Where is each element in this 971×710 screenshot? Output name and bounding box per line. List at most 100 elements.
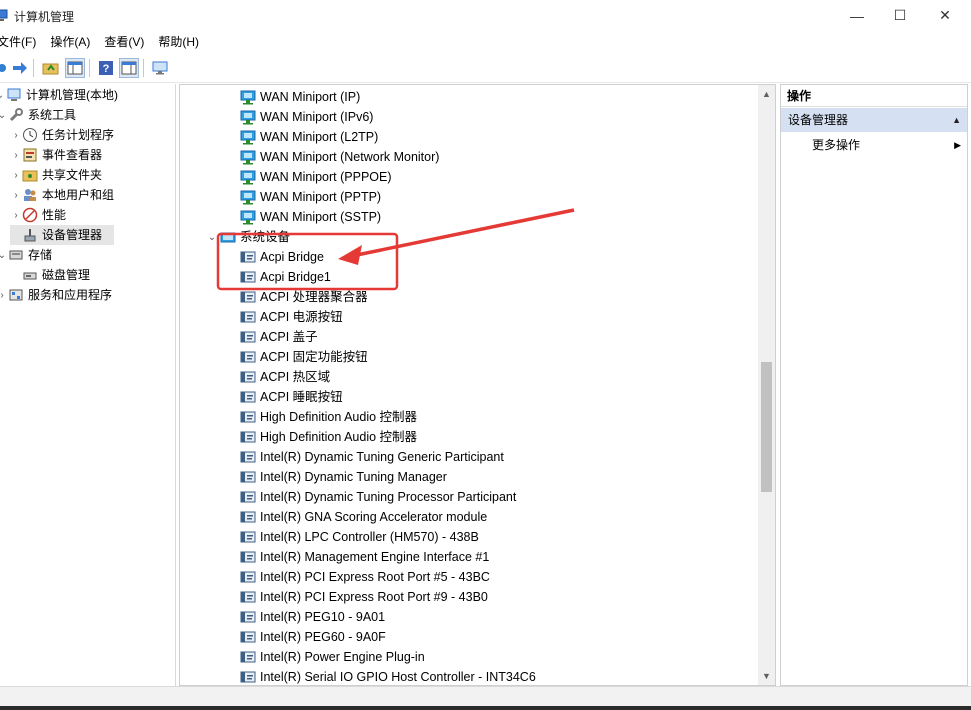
device-label: Intel(R) Power Engine Plug-in <box>260 650 425 664</box>
system-device-icon <box>240 349 256 365</box>
device-label: WAN Miniport (IPv6) <box>260 110 374 124</box>
device-label: Intel(R) PEG10 - 9A01 <box>260 610 386 624</box>
device-row[interactable]: Intel(R) Dynamic Tuning Processor Partic… <box>240 487 516 507</box>
app-icon <box>0 8 8 22</box>
actions-section-device-manager[interactable]: 设备管理器 ▲ <box>781 108 967 132</box>
device-row[interactable]: Intel(R) GNA Scoring Accelerator module <box>240 507 487 527</box>
device-row[interactable]: ACPI 电源按钮 <box>240 307 343 327</box>
performance-icon <box>22 207 38 223</box>
tree-label: 设备管理器 <box>42 228 103 242</box>
properties-button[interactable] <box>119 58 139 78</box>
expand-icon[interactable]: › <box>10 165 22 185</box>
more-actions-link[interactable]: 更多操作 <box>812 135 860 155</box>
services-icon <box>8 287 24 303</box>
device-row[interactable]: ACPI 固定功能按钮 <box>240 347 368 367</box>
vertical-scrollbar[interactable]: ▲ ▼ <box>758 85 775 685</box>
system-device-icon <box>240 549 256 565</box>
expand-icon[interactable]: › <box>10 145 22 165</box>
expand-icon[interactable]: › <box>10 125 22 145</box>
actions-header: 操作 <box>781 85 967 107</box>
expand-icon[interactable]: › <box>0 285 8 305</box>
device-label: High Definition Audio 控制器 <box>260 410 418 424</box>
tree-item-system-tools[interactable]: ⌄ 系统工具 <box>0 105 76 125</box>
help-button[interactable]: ? <box>96 58 116 78</box>
expand-icon[interactable]: › <box>10 185 22 205</box>
forward-button[interactable] <box>10 58 30 78</box>
taskbar-edge <box>0 706 971 710</box>
device-label: WAN Miniport (PPTP) <box>260 190 382 204</box>
device-row[interactable]: WAN Miniport (SSTP) <box>240 207 381 227</box>
device-row[interactable]: WAN Miniport (Network Monitor) <box>240 147 439 167</box>
expand-icon[interactable]: › <box>10 205 22 225</box>
menu-view[interactable]: 查看(V) <box>97 31 151 53</box>
monitor-button[interactable] <box>150 58 170 78</box>
tree-item-local-users[interactable]: › 本地用户和组 <box>10 185 114 205</box>
tree-item-shared-folders[interactable]: › 共享文件夹 <box>10 165 102 185</box>
tree-item-storage[interactable]: ⌄ 存储 <box>0 245 52 265</box>
device-row[interactable]: Intel(R) Power Engine Plug-in <box>240 647 425 667</box>
system-device-icon <box>240 449 256 465</box>
menu-help[interactable]: 帮助(H) <box>151 31 206 53</box>
scrollbar-thumb[interactable] <box>761 362 772 492</box>
actions-pane: 操作 设备管理器 ▲ 更多操作 ▶ <box>780 84 968 686</box>
device-row[interactable]: Intel(R) Dynamic Tuning Manager <box>240 467 447 487</box>
device-label: Intel(R) PEG60 - 9A0F <box>260 630 386 644</box>
device-label: Intel(R) Dynamic Tuning Processor Partic… <box>260 490 517 504</box>
device-row[interactable]: WAN Miniport (IP) <box>240 87 360 107</box>
device-row[interactable]: WAN Miniport (IPv6) <box>240 107 373 127</box>
system-device-icon <box>240 309 256 325</box>
menu-file[interactable]: 文件(F) <box>0 31 43 53</box>
scroll-up-button[interactable]: ▲ <box>758 85 775 102</box>
device-row[interactable]: WAN Miniport (PPTP) <box>240 187 381 207</box>
device-row[interactable]: ACPI 热区域 <box>240 367 330 387</box>
tree-item-task-scheduler[interactable]: › 任务计划程序 <box>10 125 114 145</box>
device-row[interactable]: Intel(R) PEG10 - 9A01 <box>240 607 385 627</box>
tree-item-computer-management[interactable]: ⌄ 计算机管理(本地) <box>0 85 118 105</box>
system-devices-icon <box>220 229 236 245</box>
tree-label: 本地用户和组 <box>42 188 115 202</box>
device-row[interactable]: Acpi Bridge1 <box>240 267 331 287</box>
device-row[interactable]: Intel(R) Management Engine Interface #1 <box>240 547 489 567</box>
up-folder-button[interactable] <box>41 58 61 78</box>
menu-action[interactable]: 操作(A) <box>43 31 97 53</box>
tree-item-event-viewer[interactable]: › 事件查看器 <box>10 145 102 165</box>
device-row[interactable]: Acpi Bridge <box>240 247 324 267</box>
tree-item-device-manager[interactable]: 设备管理器 <box>10 225 114 245</box>
system-device-icon <box>240 529 256 545</box>
system-device-icon <box>240 629 256 645</box>
device-row[interactable]: ACPI 处理器聚合器 <box>240 287 368 307</box>
device-row[interactable]: WAN Miniport (PPPOE) <box>240 167 392 187</box>
collapse-icon[interactable]: ⌄ <box>0 105 8 125</box>
scroll-down-button[interactable]: ▼ <box>758 667 775 684</box>
device-row[interactable]: Intel(R) PCI Express Root Port #9 - 43B0 <box>240 587 488 607</box>
device-row[interactable]: Intel(R) LPC Controller (HM570) - 438B <box>240 527 479 547</box>
system-device-icon <box>240 369 256 385</box>
device-row[interactable]: ACPI 盖子 <box>240 327 318 347</box>
collapse-icon[interactable]: ⌄ <box>0 245 8 265</box>
system-device-icon <box>240 569 256 585</box>
close-button[interactable]: ✕ <box>922 0 968 31</box>
collapse-icon[interactable]: ⌄ <box>204 227 220 247</box>
device-row[interactable]: Intel(R) PCI Express Root Port #5 - 43BC <box>240 567 490 587</box>
minimize-button[interactable]: — <box>834 0 880 31</box>
submenu-arrow-icon: ▶ <box>954 140 961 150</box>
device-row[interactable]: Intel(R) Serial IO GPIO Host Controller … <box>240 667 536 685</box>
device-row[interactable]: ACPI 睡眠按钮 <box>240 387 343 407</box>
tree-item-services-apps[interactable]: › 服务和应用程序 <box>0 285 112 305</box>
device-row[interactable]: Intel(R) PEG60 - 9A0F <box>240 627 386 647</box>
show-hide-tree-button[interactable] <box>65 58 85 78</box>
tree-item-performance[interactable]: › 性能 <box>10 205 66 225</box>
device-row[interactable]: High Definition Audio 控制器 <box>240 427 417 447</box>
collapse-section-icon[interactable]: ▲ <box>952 108 961 132</box>
category-system-devices[interactable]: ⌄ 系统设备 <box>204 227 290 247</box>
maximize-button[interactable]: ☐ <box>877 0 923 31</box>
device-row[interactable]: Intel(R) Dynamic Tuning Generic Particip… <box>240 447 504 467</box>
device-row[interactable]: High Definition Audio 控制器 <box>240 407 417 427</box>
system-device-icon <box>240 489 256 505</box>
device-row[interactable]: WAN Miniport (L2TP) <box>240 127 378 147</box>
toolbar-separator <box>89 59 90 77</box>
tree-item-disk-management[interactable]: 磁盘管理 <box>10 265 90 285</box>
network-adapter-icon <box>240 89 256 105</box>
system-device-icon <box>240 509 256 525</box>
toolbar: ? <box>0 53 971 83</box>
